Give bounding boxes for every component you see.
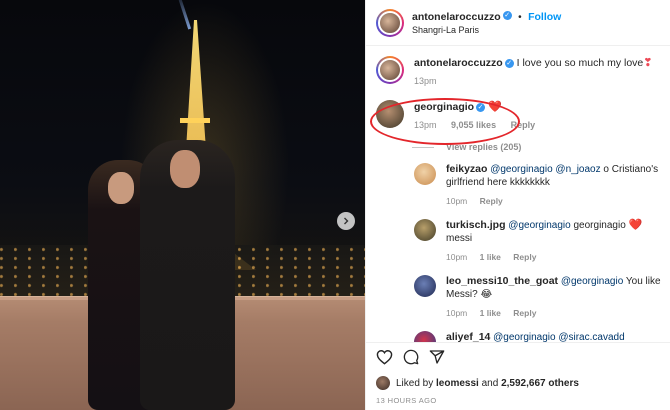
liked-by-prefix: Liked by (396, 377, 434, 389)
post-time: 13 HOURS AGO (376, 396, 437, 405)
post-side-panel: antonelaroccuzzo ✓ • Follow Shangri-La Pa… (365, 0, 670, 410)
share-button[interactable] (429, 349, 445, 365)
reply-time: 10pm (446, 308, 468, 318)
chevron-right-icon (344, 217, 349, 225)
reply-button[interactable]: Reply (513, 252, 536, 262)
location-link[interactable]: Shangri-La Paris (412, 24, 561, 37)
reply-likes[interactable]: 1 like (480, 308, 501, 318)
instagram-post: antonelaroccuzzo ✓ • Follow Shangri-La Pa… (0, 0, 670, 410)
reply-mentions[interactable]: @georginagio @n_joaoz (490, 164, 600, 175)
caption-avatar[interactable] (376, 56, 404, 84)
reply-username[interactable]: feikyzao (446, 163, 487, 175)
reply-button[interactable]: Reply (511, 120, 536, 130)
reply-text: georginagio (573, 220, 626, 231)
post-photo[interactable] (0, 0, 365, 410)
reply-avatar[interactable] (414, 331, 436, 342)
verified-icon: ✓ (476, 102, 486, 112)
comment-button[interactable] (403, 349, 419, 365)
reply-item: turkisch.jpg @georginagio georginagio ❤️… (366, 208, 670, 264)
liked-by: Liked by leomessi and 2,592,667 others (376, 376, 579, 390)
reply-button[interactable]: Reply (513, 308, 536, 318)
reply-avatar[interactable] (414, 163, 436, 185)
commenter-username[interactable]: georginagio (414, 101, 474, 113)
author-avatar[interactable] (376, 8, 404, 37)
liked-by-others[interactable]: 2,592,667 others (501, 378, 579, 389)
woman-face (108, 172, 134, 204)
reply-avatar[interactable] (414, 275, 436, 297)
caption-text: I love you so much my love (516, 57, 644, 69)
view-replies-label: View replies (205) (446, 142, 522, 152)
liked-by-and: and (481, 377, 499, 389)
verified-icon: ✓ (504, 58, 514, 68)
reply-item: leo_messi10_the_goat @georginagio You li… (366, 264, 670, 320)
follow-button[interactable]: Follow (528, 11, 561, 23)
reply-likes[interactable]: 1 like (480, 252, 501, 262)
author-username[interactable]: antonelaroccuzzo (412, 11, 501, 23)
reply-text-after: messi (446, 233, 473, 244)
reply-username[interactable]: turkisch.jpg (446, 219, 506, 231)
comment-likes[interactable]: 9,055 likes (451, 120, 496, 130)
reply-item: feikyzao @georginagio @n_joaoz o Cristia… (366, 152, 670, 208)
reply-time: 10pm (446, 252, 468, 262)
carousel-next-button[interactable] (337, 212, 355, 230)
caption-time: 13pm (414, 76, 437, 86)
caption: antonelaroccuzzo ✓ I love you so much my … (366, 47, 670, 88)
liked-by-user[interactable]: leomessi (436, 378, 479, 389)
action-bar (366, 342, 670, 370)
replies-line (412, 146, 434, 148)
comment-icon (403, 349, 419, 364)
heart-emoji: ❤️ (488, 101, 502, 113)
like-button[interactable] (376, 349, 393, 365)
reply-mentions[interactable]: @georginagio (561, 276, 623, 287)
reply-emoji: 😂 (480, 289, 493, 300)
heart-emoji: ❣ (643, 57, 653, 69)
reply-avatar[interactable] (414, 219, 436, 241)
commenter-avatar[interactable] (376, 100, 404, 128)
man-face (170, 150, 200, 188)
reply-mentions[interactable]: @georginagio (508, 220, 570, 231)
share-icon (429, 349, 445, 364)
caption-username[interactable]: antonelaroccuzzo (414, 57, 503, 69)
heart-icon (376, 349, 393, 365)
reply-mentions[interactable]: @georginagio @sirac.cavadd (493, 332, 624, 342)
separator-dot: • (518, 11, 522, 23)
comments-list[interactable]: antonelaroccuzzo ✓ I love you so much my … (366, 47, 670, 342)
reply-username[interactable]: leo_messi10_the_goat (446, 275, 558, 287)
man-figure (140, 140, 235, 410)
reply-time: 10pm (446, 196, 468, 206)
post-header: antonelaroccuzzo ✓ • Follow Shangri-La Pa… (366, 0, 670, 46)
reply-item: aliyef_14 @georginagio @sirac.cavadd (366, 320, 670, 342)
heart-emoji: ❤️ (628, 219, 643, 231)
liker-avatar[interactable] (376, 376, 390, 390)
comment-item: georginagio ✓ ❤️ 13pm 9,055 likes Reply (366, 88, 670, 132)
comment-time: 13pm (414, 120, 437, 130)
verified-icon: ✓ (502, 10, 512, 20)
author-meta: antonelaroccuzzo ✓ • Follow Shangri-La Pa… (412, 9, 561, 37)
reply-username[interactable]: aliyef_14 (446, 331, 490, 342)
reply-button[interactable]: Reply (480, 196, 503, 206)
view-replies-button[interactable]: View replies (205) (366, 142, 521, 152)
